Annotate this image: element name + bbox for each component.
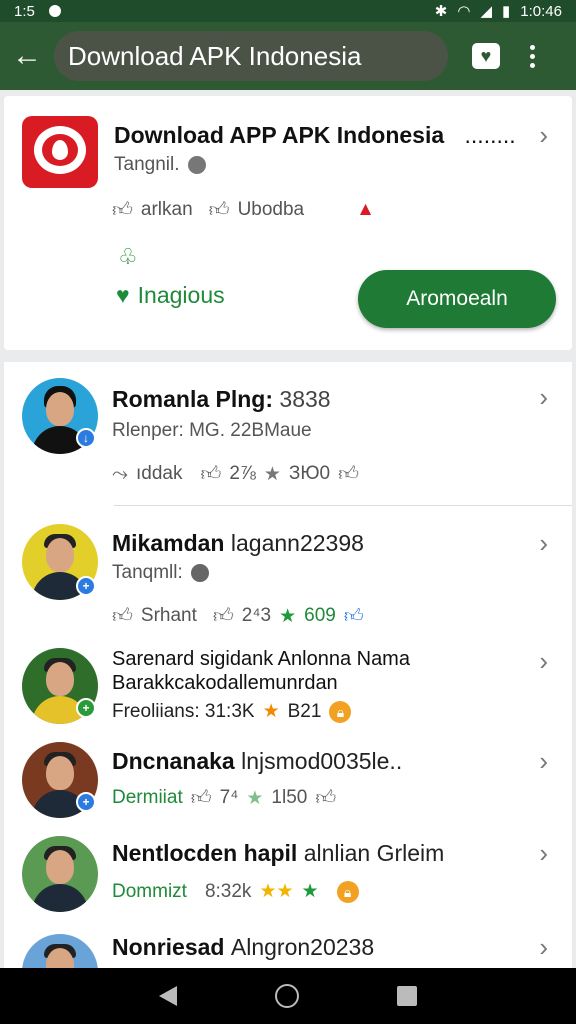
star-icon: ★ [301,881,319,902]
search-query-text: Download APK Indonesia [68,40,362,71]
result-title-line2: Barakkcakodallemunrdan [112,672,338,694]
list-item[interactable]: + Dncnanaka lnjsmod0035le.. › Dermiiat 👍… [4,736,572,828]
thumbs-up-icon: 👍︎ [112,605,133,627]
featured-status: ♥ Inagious [116,282,225,308]
install-button[interactable]: Aromoealn [358,270,556,328]
status-clock: 1:0:46 [520,2,562,20]
app-logo [22,116,98,188]
verified-badge-icon: ↓ [76,428,96,448]
result-title: Dncnanaka lnjsmod0035le.. [112,748,403,774]
chevron-right-icon[interactable]: › [539,120,548,151]
star-icon: ★ [246,787,264,809]
info-icon [190,564,209,582]
result-meta: 👍︎ Srhant 👍︎ 2⁴3 ★ 609 👍︎ [112,605,364,627]
star-icon: ★ [262,701,280,722]
thumbs-up-icon: 👍︎ [338,463,360,485]
shield-heart-icon: ♥ [116,282,130,308]
thumbs-up-icon: 👍︎ [208,199,230,221]
list-item[interactable]: + Sarenard sigidank Anlonna Nama Barakkc… [4,638,572,734]
back-arrow-icon[interactable]: ← [0,22,54,90]
featured-title: Download APP APK Indonesia ........ [114,122,516,148]
bookmark-heart-icon[interactable]: ♥ [472,43,500,69]
list-item[interactable]: + Mikamdan lagann22398 › Tanqmll: 👍︎ Srh… [4,508,572,628]
status-time: 1:5 [14,2,35,20]
verified-badge-icon: + [76,576,96,596]
result-title: Mikamdan lagann22398 [112,530,364,556]
result-title: Sarenard sigidank Anlonna Nama [112,648,410,670]
result-meta: ⤳ ıddak 👍︎ 2⅞ ★ ЗЮ0 👍︎ [112,462,360,486]
nav-back-icon[interactable] [159,986,177,1006]
star-icon: ★★ [259,881,294,902]
thumbs-up-icon: 👍︎ [190,787,212,809]
list-item[interactable]: ↓ Romanla Plng: 3838 › Rlenper: MG. 22BM… [4,362,572,505]
chevron-right-icon[interactable]: › [539,646,548,677]
bluetooth-icon: ✱ [434,3,448,20]
result-title: Romanla Plng: 3838 [112,386,331,412]
result-meta: Freoliians: 31:3K ★ B21 🔒︎ [112,700,352,723]
nav-home-icon[interactable] [275,984,299,1008]
chevron-right-icon[interactable]: › [539,746,548,777]
status-bar: 1:5 ✱ ◠ ◢ ▮ 1:0:46 [0,0,576,22]
verified-badge-icon: + [76,698,96,718]
system-nav-bar [0,968,576,1024]
divider [114,505,572,506]
star-icon: ★ [263,463,281,485]
overflow-menu-icon[interactable] [530,44,535,68]
notification-icon [48,5,61,17]
thumbs-up-icon: 👍︎ [112,199,133,221]
avatar [22,836,98,912]
signal-icon: ◢ [480,3,493,20]
featured-app-card[interactable]: Download APP APK Indonesia ........ › Ta… [4,96,572,350]
battery-icon: ▮ [502,3,511,20]
chevron-right-icon[interactable]: › [539,528,548,559]
list-item[interactable]: Nonriesad Alngron20238 › [4,928,572,970]
thumbs-up-icon: 👍︎ [343,605,364,627]
lock-icon: 🔒︎ [329,700,352,723]
share-icon: ⤳ [112,462,128,485]
chevron-right-icon[interactable]: › [539,838,548,869]
result-title: Nonriesad Alngron20238 [112,934,375,960]
list-item[interactable]: Nentlocden hapil alnlian Grleim › Dommiz… [4,828,572,926]
wifi-icon: ◠ [457,3,471,20]
flag-icon: ▲ [356,199,375,220]
chevron-right-icon[interactable]: › [539,932,548,963]
featured-subtitle: Tangnil. [114,154,206,176]
sprout-icon: ♧ [118,244,138,269]
featured-reactions: 👍︎ arlkan 👍︎ Ubodba ▲ [112,199,375,221]
search-input[interactable]: Download APK Indonesia [54,31,448,81]
result-subtitle: Rlenper: MG. 22BMaue [112,420,312,441]
thumbs-up-icon: 👍︎ [315,787,337,809]
thumbs-up-icon: 👍︎ [200,463,222,485]
app-bar: ← Download APK Indonesia ♥ [0,22,576,90]
result-meta: Dermiiat 👍︎ 7⁴ ★ 1l50 👍︎ [112,787,337,809]
result-subtitle: Tanqmll: [112,562,209,584]
result-title: Nentlocden hapil alnlian Grleim [112,840,445,866]
result-meta: Dommizt 8:32k ★★ ★ 🔒︎ [112,880,359,903]
star-icon: ★ [279,605,297,627]
avatar [22,934,98,970]
verified-badge-icon: + [76,792,96,812]
results-list: ↓ Romanla Plng: 3838 › Rlenper: MG. 22BM… [4,362,572,970]
lock-icon: 🔒︎ [336,880,359,903]
chevron-right-icon[interactable]: › [539,382,548,413]
thumbs-up-icon: 👍︎ [212,605,234,627]
nav-recents-icon[interactable] [397,986,417,1006]
info-icon [187,156,206,174]
